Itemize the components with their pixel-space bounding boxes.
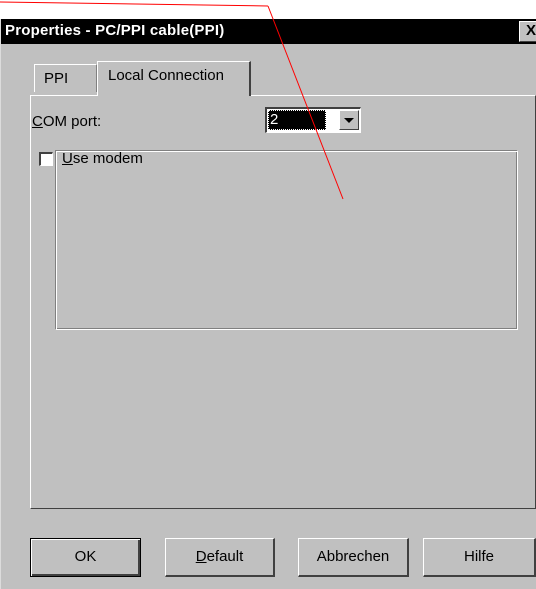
default-mnemonic: D — [195, 548, 207, 565]
com-port-label: COM port: — [32, 113, 101, 130]
use-modem-label-text: se modem — [72, 150, 143, 167]
help-button[interactable]: Hilfe — [423, 538, 536, 577]
com-port-label-text: OM port: — [42, 113, 102, 130]
cancel-button-label: Abbrechen — [316, 548, 390, 565]
com-port-mnemonic: C — [32, 113, 43, 130]
tab-ppi[interactable]: PPI — [34, 64, 97, 92]
default-button[interactable]: Default — [165, 538, 275, 577]
com-port-select[interactable]: 2 — [265, 107, 361, 133]
use-modem-label[interactable]: Use modem — [62, 150, 143, 167]
ok-button-label: OK — [74, 548, 97, 565]
dropdown-button[interactable] — [339, 110, 359, 130]
com-port-value: 2 — [268, 110, 326, 130]
properties-dialog: Properties - PC/PPI cable(PPI) X PPI Loc… — [0, 19, 536, 589]
help-button-label: Hilfe — [463, 548, 494, 565]
use-modem-checkbox[interactable] — [39, 152, 53, 166]
close-icon: X — [526, 22, 536, 39]
window-title: Properties - PC/PPI cable(PPI) — [5, 22, 225, 39]
ok-button[interactable]: OK — [30, 538, 141, 577]
tab-local-connection-label: Local Connection — [108, 67, 224, 84]
cancel-button[interactable]: Abbrechen — [298, 538, 409, 577]
title-bar: Properties - PC/PPI cable(PPI) X — [1, 19, 536, 44]
tab-ppi-label: PPI — [44, 70, 69, 87]
close-button[interactable]: X — [519, 21, 536, 42]
connection-group — [55, 150, 518, 330]
use-modem-mnemonic: U — [62, 150, 73, 167]
chevron-down-icon — [344, 118, 354, 123]
default-button-label: efault — [206, 548, 244, 565]
tab-local-connection[interactable]: Local Connection — [97, 61, 251, 96]
